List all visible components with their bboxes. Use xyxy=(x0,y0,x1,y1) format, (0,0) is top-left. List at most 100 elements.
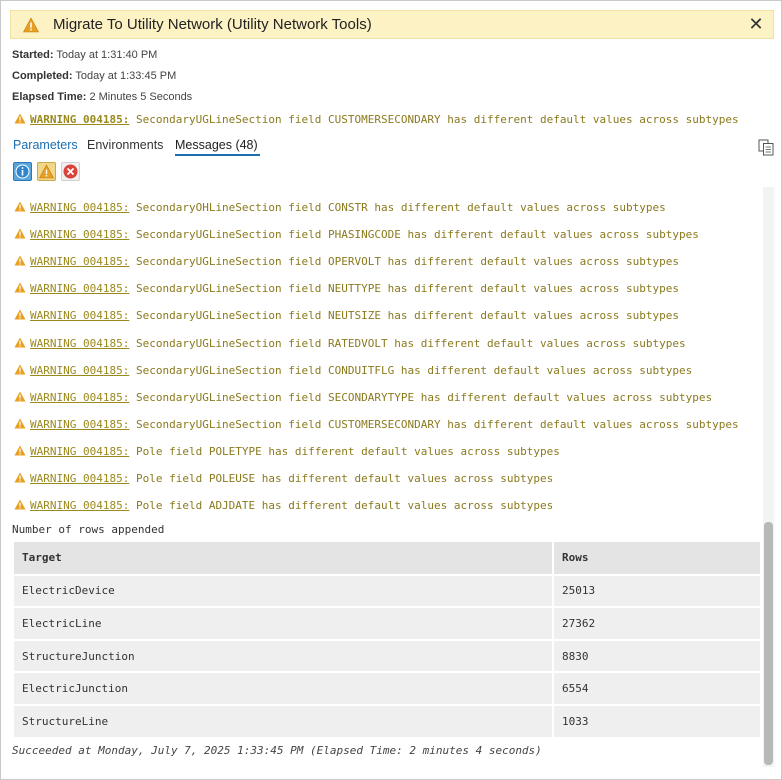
top-warning: WARNING 004185: SecondaryUGLineSection f… xyxy=(14,113,739,126)
tab-parameters[interactable]: Parameters xyxy=(13,138,78,152)
warning-icon xyxy=(14,391,26,402)
column-header-rows: Rows xyxy=(553,542,760,576)
warning-icon xyxy=(14,364,26,375)
message-code[interactable]: WARNING 004185: xyxy=(30,201,129,214)
message-text: SecondaryUGLineSection field RATEDVOLT h… xyxy=(135,336,686,350)
warning-icon xyxy=(14,201,26,212)
message-item: WARNING 004185: Pole field POLETYPE has … xyxy=(14,445,560,458)
table-row: StructureJunction 8830 xyxy=(14,639,760,674)
message-text: SecondaryUGLineSection field CUSTOMERSEC… xyxy=(135,417,739,431)
window-title: Migrate To Utility Network (Utility Netw… xyxy=(53,16,372,33)
message-code[interactable]: WARNING 004185: xyxy=(30,255,129,268)
message-code[interactable]: WARNING 004185: xyxy=(30,445,129,458)
table-row: ElectricLine 27362 xyxy=(14,607,760,641)
warning-icon xyxy=(23,17,39,33)
success-message: Succeeded at Monday, July 7, 2025 1:33:4… xyxy=(12,744,542,757)
message-text: Pole field ADJDATE has different default… xyxy=(135,499,554,513)
message-text: SecondaryUGLineSection field OPERVOLT ha… xyxy=(135,255,680,269)
tab-messages[interactable]: Messages (48) xyxy=(175,138,258,152)
info-icon xyxy=(15,164,30,179)
error-icon xyxy=(63,164,78,179)
message-item: WARNING 004185: Pole field ADJDATE has d… xyxy=(14,499,553,512)
close-icon[interactable]: ✕ xyxy=(747,15,765,33)
results-table: Target Rows ElectricDevice 25013 ElectricL… xyxy=(14,542,760,739)
message-item: WARNING 004185: Pole field POLEUSE has d… xyxy=(14,472,553,485)
warning-icon xyxy=(14,445,26,456)
table-row: ElectricDevice 25013 xyxy=(14,574,760,609)
warning-icon xyxy=(14,309,26,320)
message-code[interactable]: WARNING 004185: xyxy=(30,418,129,431)
message-item: WARNING 004185: SecondaryUGLineSection f… xyxy=(14,228,699,241)
top-warning-code[interactable]: WARNING 004185: xyxy=(30,113,129,126)
message-item: WARNING 004185: SecondaryUGLineSection f… xyxy=(14,364,692,377)
message-text: SecondaryUGLineSection field SECONDARYTY… xyxy=(135,390,713,404)
message-code[interactable]: WARNING 004185: xyxy=(30,228,129,241)
table-row: StructureLine 1033 xyxy=(14,704,760,739)
warning-filter-button[interactable] xyxy=(37,162,56,181)
started-label: Started: xyxy=(12,49,54,61)
message-text: SecondaryUGLineSection field NEUTTYPE ha… xyxy=(135,282,680,296)
target-cell: ElectricJunction xyxy=(14,672,554,706)
message-item: WARNING 004185: SecondaryOHLineSection f… xyxy=(14,201,666,214)
message-item: WARNING 004185: SecondaryUGLineSection f… xyxy=(14,418,739,431)
column-header-target: Target xyxy=(14,542,554,576)
top-warning-text: SecondaryUGLineSection field CUSTOMERSEC… xyxy=(135,113,739,126)
elapsed-value: 2 Minutes 5 Seconds xyxy=(89,91,193,103)
error-filter-button[interactable] xyxy=(61,162,80,181)
rows-cell: 1033 xyxy=(553,704,760,739)
message-code[interactable]: WARNING 004185: xyxy=(30,337,129,350)
scrollbar[interactable] xyxy=(763,187,774,767)
tool-dialog: Migrate To Utility Network (Utility Netw… xyxy=(0,0,782,780)
message-code[interactable]: WARNING 004185: xyxy=(30,282,129,295)
warning-icon xyxy=(14,228,26,239)
warning-icon xyxy=(14,418,26,429)
completed-row: Completed: Today at 1:33:45 PM xyxy=(12,70,176,82)
copy-icon[interactable] xyxy=(758,139,774,156)
warning-icon xyxy=(14,282,26,293)
warning-icon xyxy=(14,337,26,347)
message-item: WARNING 004185: SecondaryUGLineSection f… xyxy=(14,282,679,295)
started-row: Started: Today at 1:31:40 PM xyxy=(12,49,157,61)
message-text: SecondaryUGLineSection field PHASINGCODE… xyxy=(135,228,699,242)
message-text: SecondaryUGLineSection field NEUTSIZE ha… xyxy=(135,309,680,323)
elapsed-row: Elapsed Time: 2 Minutes 5 Seconds xyxy=(12,91,192,103)
warning-icon xyxy=(38,164,55,179)
message-item: WARNING 004185: SecondaryUGLineSection f… xyxy=(14,309,679,322)
warning-icon xyxy=(14,499,26,510)
message-item: WARNING 004185: SecondaryUGLineSection f… xyxy=(14,391,712,404)
target-cell: ElectricDevice xyxy=(14,574,554,609)
completed-label: Completed: xyxy=(12,70,73,82)
rows-cell: 8830 xyxy=(553,639,760,674)
message-text: SecondaryUGLineSection field CONDUITFLG … xyxy=(135,363,693,377)
message-code[interactable]: WARNING 004185: xyxy=(30,472,129,485)
table-header-row: Target Rows xyxy=(14,542,760,576)
message-item: WARNING 004185: SecondaryUGLineSection f… xyxy=(14,255,679,268)
table-row: ElectricJunction 6554 xyxy=(14,672,760,706)
message-text: SecondaryOHLineSection field CONSTR has … xyxy=(135,201,666,214)
active-tab-indicator xyxy=(175,154,260,156)
scrollbar-thumb[interactable] xyxy=(764,522,773,765)
target-cell: ElectricLine xyxy=(14,607,554,641)
started-value: Today at 1:31:40 PM xyxy=(56,49,158,61)
message-code[interactable]: WARNING 004185: xyxy=(30,364,129,377)
message-code[interactable]: WARNING 004185: xyxy=(30,309,129,322)
message-code[interactable]: WARNING 004185: xyxy=(30,499,129,512)
message-text: Pole field POLETYPE has different defaul… xyxy=(135,444,560,458)
warning-icon xyxy=(14,472,26,483)
completed-value: Today at 1:33:45 PM xyxy=(75,70,177,82)
target-cell: StructureLine xyxy=(14,704,554,739)
message-text: Pole field POLEUSE has different default… xyxy=(135,472,554,485)
warning-icon xyxy=(14,113,26,124)
message-code[interactable]: WARNING 004185: xyxy=(30,391,129,404)
rows-cell: 27362 xyxy=(553,607,760,641)
tab-environments[interactable]: Environments xyxy=(87,138,163,152)
rows-cell: 6554 xyxy=(553,672,760,706)
info-filter-button[interactable] xyxy=(13,162,32,181)
title-bar: Migrate To Utility Network (Utility Netw… xyxy=(10,10,774,39)
message-item: WARNING 004185: SecondaryUGLineSection f… xyxy=(14,337,686,350)
rows-appended-label: Number of rows appended xyxy=(12,523,165,536)
warning-icon xyxy=(14,255,26,266)
elapsed-label: Elapsed Time: xyxy=(12,91,87,103)
rows-cell: 25013 xyxy=(553,574,760,609)
target-cell: StructureJunction xyxy=(14,639,554,674)
